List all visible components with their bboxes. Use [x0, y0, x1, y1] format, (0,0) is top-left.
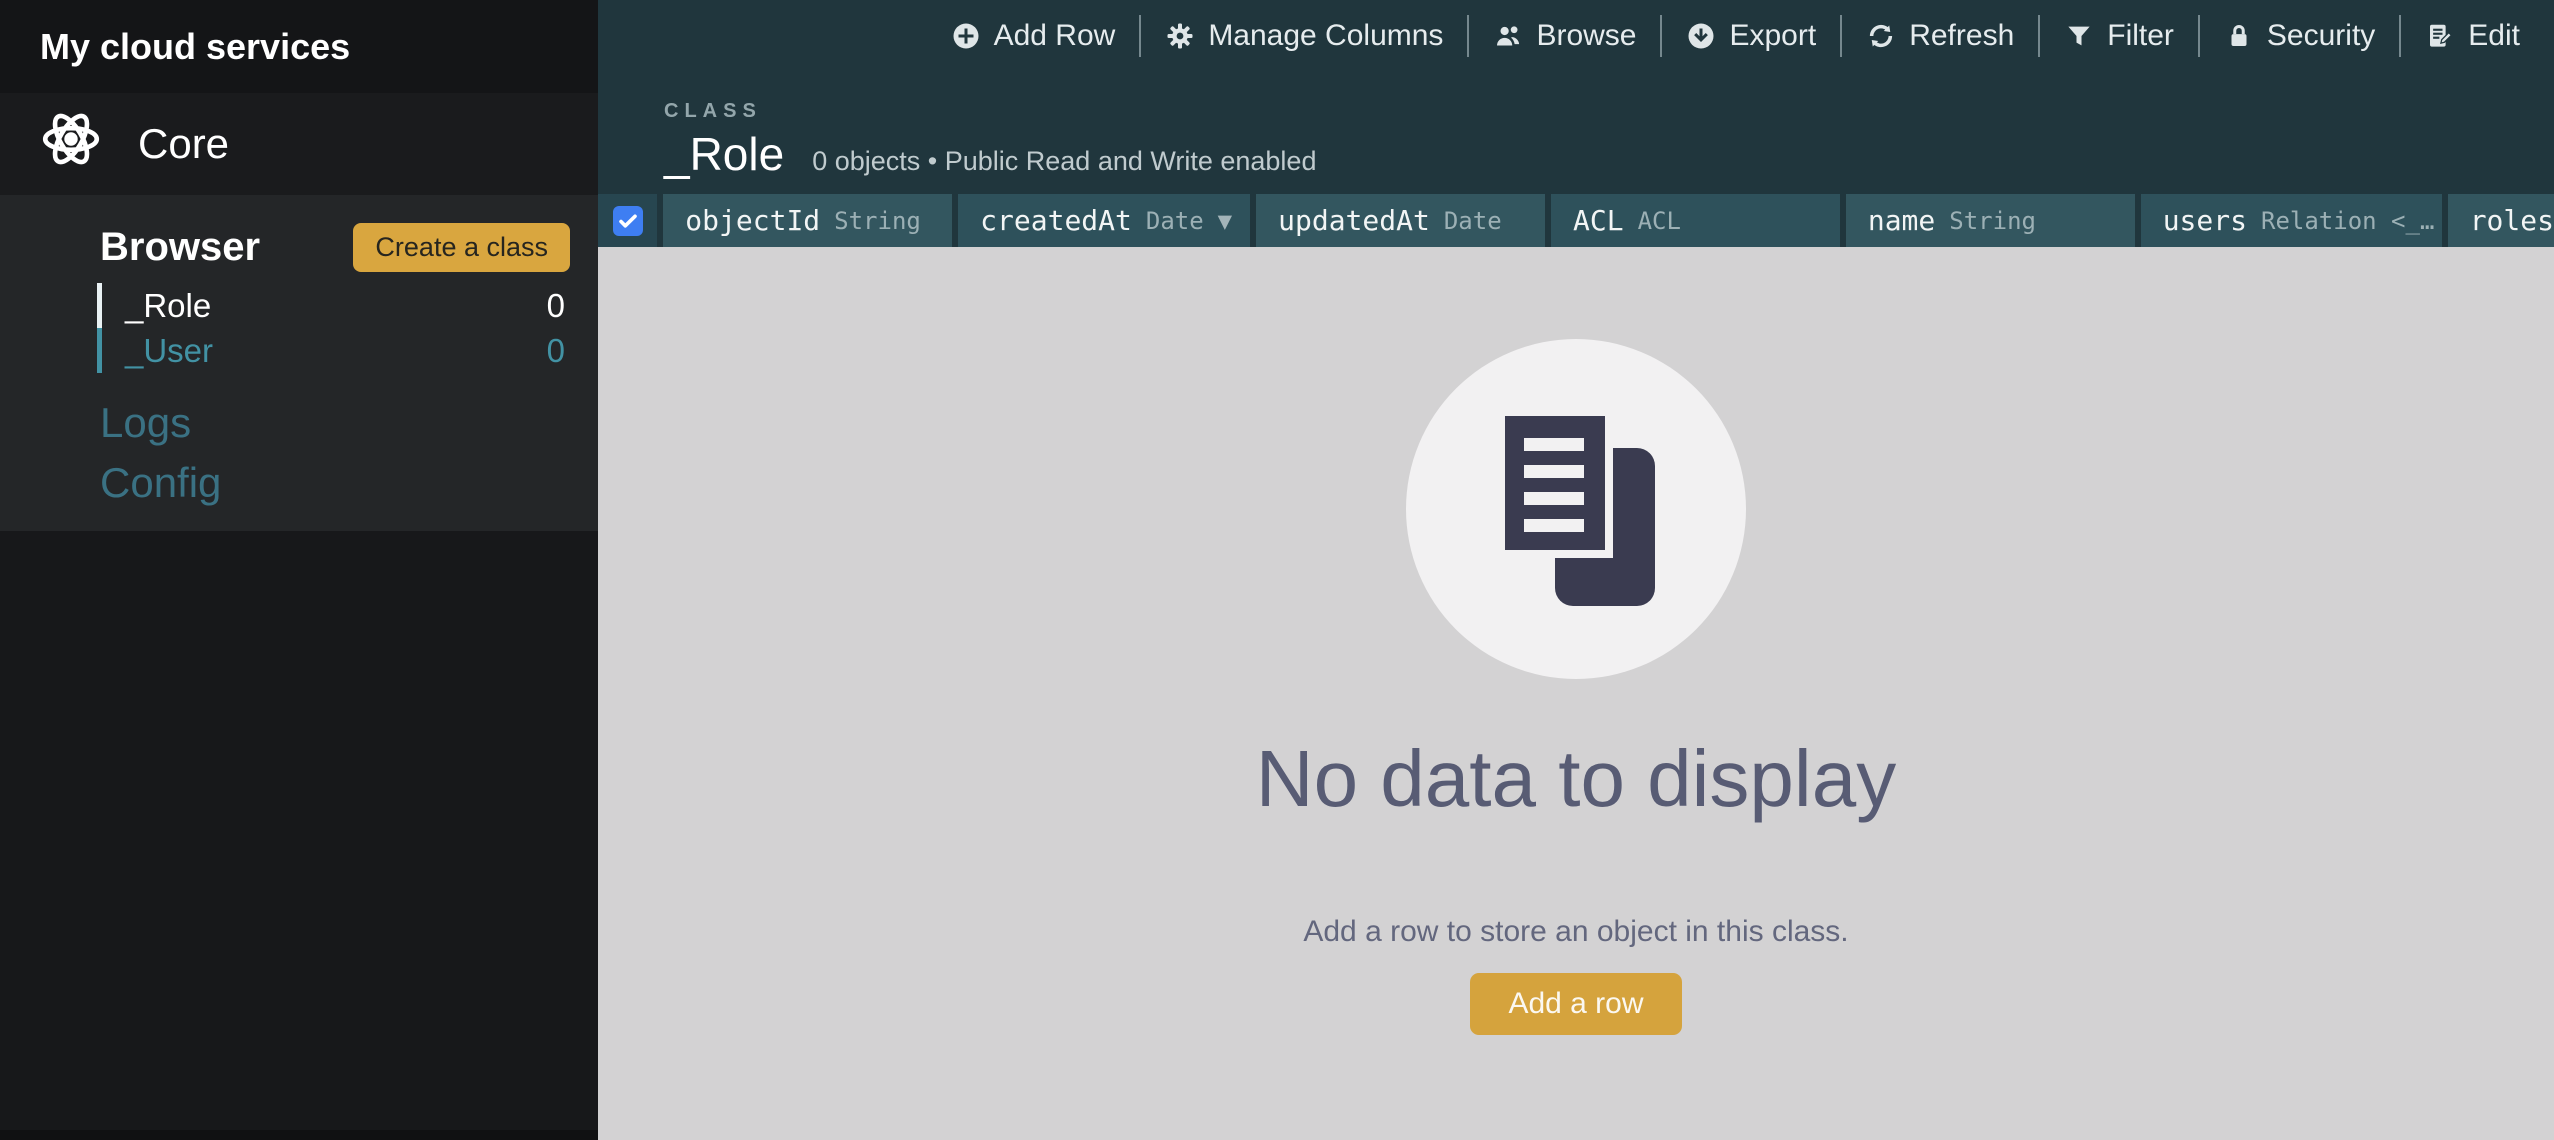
toolbar-label: Refresh: [1909, 19, 2014, 53]
toolbar-divider: [1139, 15, 1141, 57]
documents-icon: [1497, 408, 1655, 611]
browser-title: Browser: [100, 225, 260, 270]
class-name: _User: [125, 332, 213, 370]
lock-icon: [2224, 21, 2254, 51]
column-type: ACL: [1638, 207, 1681, 235]
select-all-cell: [598, 194, 657, 247]
toolbar-label: Security: [2267, 19, 2375, 53]
column-name: ACL: [1573, 204, 1624, 237]
sidebar-footer: [0, 1130, 598, 1140]
column-header-createdat[interactable]: createdAt Date ▼: [958, 194, 1250, 247]
sort-desc-icon: ▼: [1218, 207, 1232, 235]
funnel-icon: [2064, 21, 2094, 51]
toolbar-label: Export: [1729, 19, 1816, 53]
toolbar-divider: [1660, 15, 1662, 57]
gear-icon: [1165, 21, 1195, 51]
class-count: 0: [547, 287, 565, 325]
toolbar-divider: [2038, 15, 2040, 57]
refresh-icon: [1866, 21, 1896, 51]
edit-icon: [2425, 21, 2455, 51]
main-panel: Add Row Manage Columns: [598, 0, 2554, 1140]
column-header-roles[interactable]: roles: [2448, 194, 2554, 247]
class-count: 0: [547, 332, 565, 370]
export-button[interactable]: Export: [1686, 19, 1816, 53]
column-type: Date: [1444, 207, 1502, 235]
toolbar-divider: [1467, 15, 1469, 57]
empty-state-subtitle: Add a row to store an object in this cla…: [1303, 915, 1848, 949]
browser-section: Browser Create a class _Role 0 _User 0 L…: [0, 195, 598, 531]
sidebar-item-user[interactable]: _User 0: [97, 328, 598, 373]
table-header-row: objectId String createdAt Date ▼ updated…: [598, 194, 2554, 247]
refresh-button[interactable]: Refresh: [1866, 19, 2014, 53]
manage-columns-button[interactable]: Manage Columns: [1165, 19, 1443, 53]
class-header: CLASS _Role 0 objects • Public Read and …: [598, 72, 2554, 194]
column-type: Date: [1146, 207, 1204, 235]
toolbar-label: Edit: [2468, 19, 2520, 53]
column-header-objectid[interactable]: objectId String: [663, 194, 952, 247]
browse-button[interactable]: Browse: [1493, 19, 1636, 53]
toolbar-label: Filter: [2107, 19, 2174, 53]
sidebar-item-config[interactable]: Config: [100, 457, 598, 509]
sidebar: My cloud services Core Browser Create a …: [0, 0, 598, 1140]
empty-state: No data to display Add a row to store an…: [598, 247, 2554, 1140]
filter-button[interactable]: Filter: [2064, 19, 2174, 53]
column-name: name: [1868, 204, 1935, 237]
class-eyebrow: CLASS: [664, 100, 2554, 123]
class-subtitle: 0 objects • Public Read and Write enable…: [812, 146, 1316, 177]
toolbar-label: Browse: [1536, 19, 1636, 53]
column-header-acl[interactable]: ACL ACL: [1551, 194, 1840, 247]
security-button[interactable]: Security: [2224, 19, 2375, 53]
column-name: roles: [2470, 204, 2554, 237]
empty-state-illustration: [1406, 339, 1746, 679]
app-title: My cloud services: [0, 0, 598, 93]
sidebar-item-logs[interactable]: Logs: [100, 397, 598, 449]
toolbar-label: Add Row: [994, 19, 1116, 53]
sidebar-item-role[interactable]: _Role 0: [97, 283, 598, 328]
column-header-users[interactable]: users Relation <_Use…: [2141, 194, 2442, 247]
plus-circle-icon: [951, 21, 981, 51]
column-type: String: [1949, 207, 2036, 235]
select-all-checkbox[interactable]: [613, 206, 643, 236]
column-name: updatedAt: [1278, 204, 1430, 237]
toolbar: Add Row Manage Columns: [598, 0, 2554, 72]
sidebar-section-core[interactable]: Core: [0, 93, 598, 195]
class-name: _Role: [125, 287, 211, 325]
core-label: Core: [138, 120, 229, 168]
create-class-button[interactable]: Create a class: [353, 223, 570, 272]
page-title: _Role: [664, 127, 784, 181]
toolbar-divider: [2198, 15, 2200, 57]
column-name: createdAt: [980, 204, 1132, 237]
column-type: Relation <_Use…: [2261, 207, 2442, 235]
class-list: _Role 0 _User 0: [0, 283, 598, 373]
toolbar-label: Manage Columns: [1208, 19, 1443, 53]
column-type: String: [834, 207, 921, 235]
column-name: users: [2163, 204, 2247, 237]
edit-button[interactable]: Edit: [2425, 19, 2520, 53]
download-circle-icon: [1686, 21, 1716, 51]
column-name: objectId: [685, 204, 820, 237]
sidebar-empty-area: [0, 531, 598, 1130]
toolbar-divider: [1840, 15, 1842, 57]
users-icon: [1493, 21, 1523, 51]
toolbar-divider: [2399, 15, 2401, 57]
column-header-updatedat[interactable]: updatedAt Date: [1256, 194, 1545, 247]
column-header-name[interactable]: name String: [1846, 194, 2135, 247]
empty-state-title: No data to display: [1256, 733, 1896, 825]
add-row-button[interactable]: Add Row: [951, 19, 1116, 53]
add-a-row-button[interactable]: Add a row: [1470, 973, 1681, 1035]
atom-icon: [38, 106, 104, 182]
